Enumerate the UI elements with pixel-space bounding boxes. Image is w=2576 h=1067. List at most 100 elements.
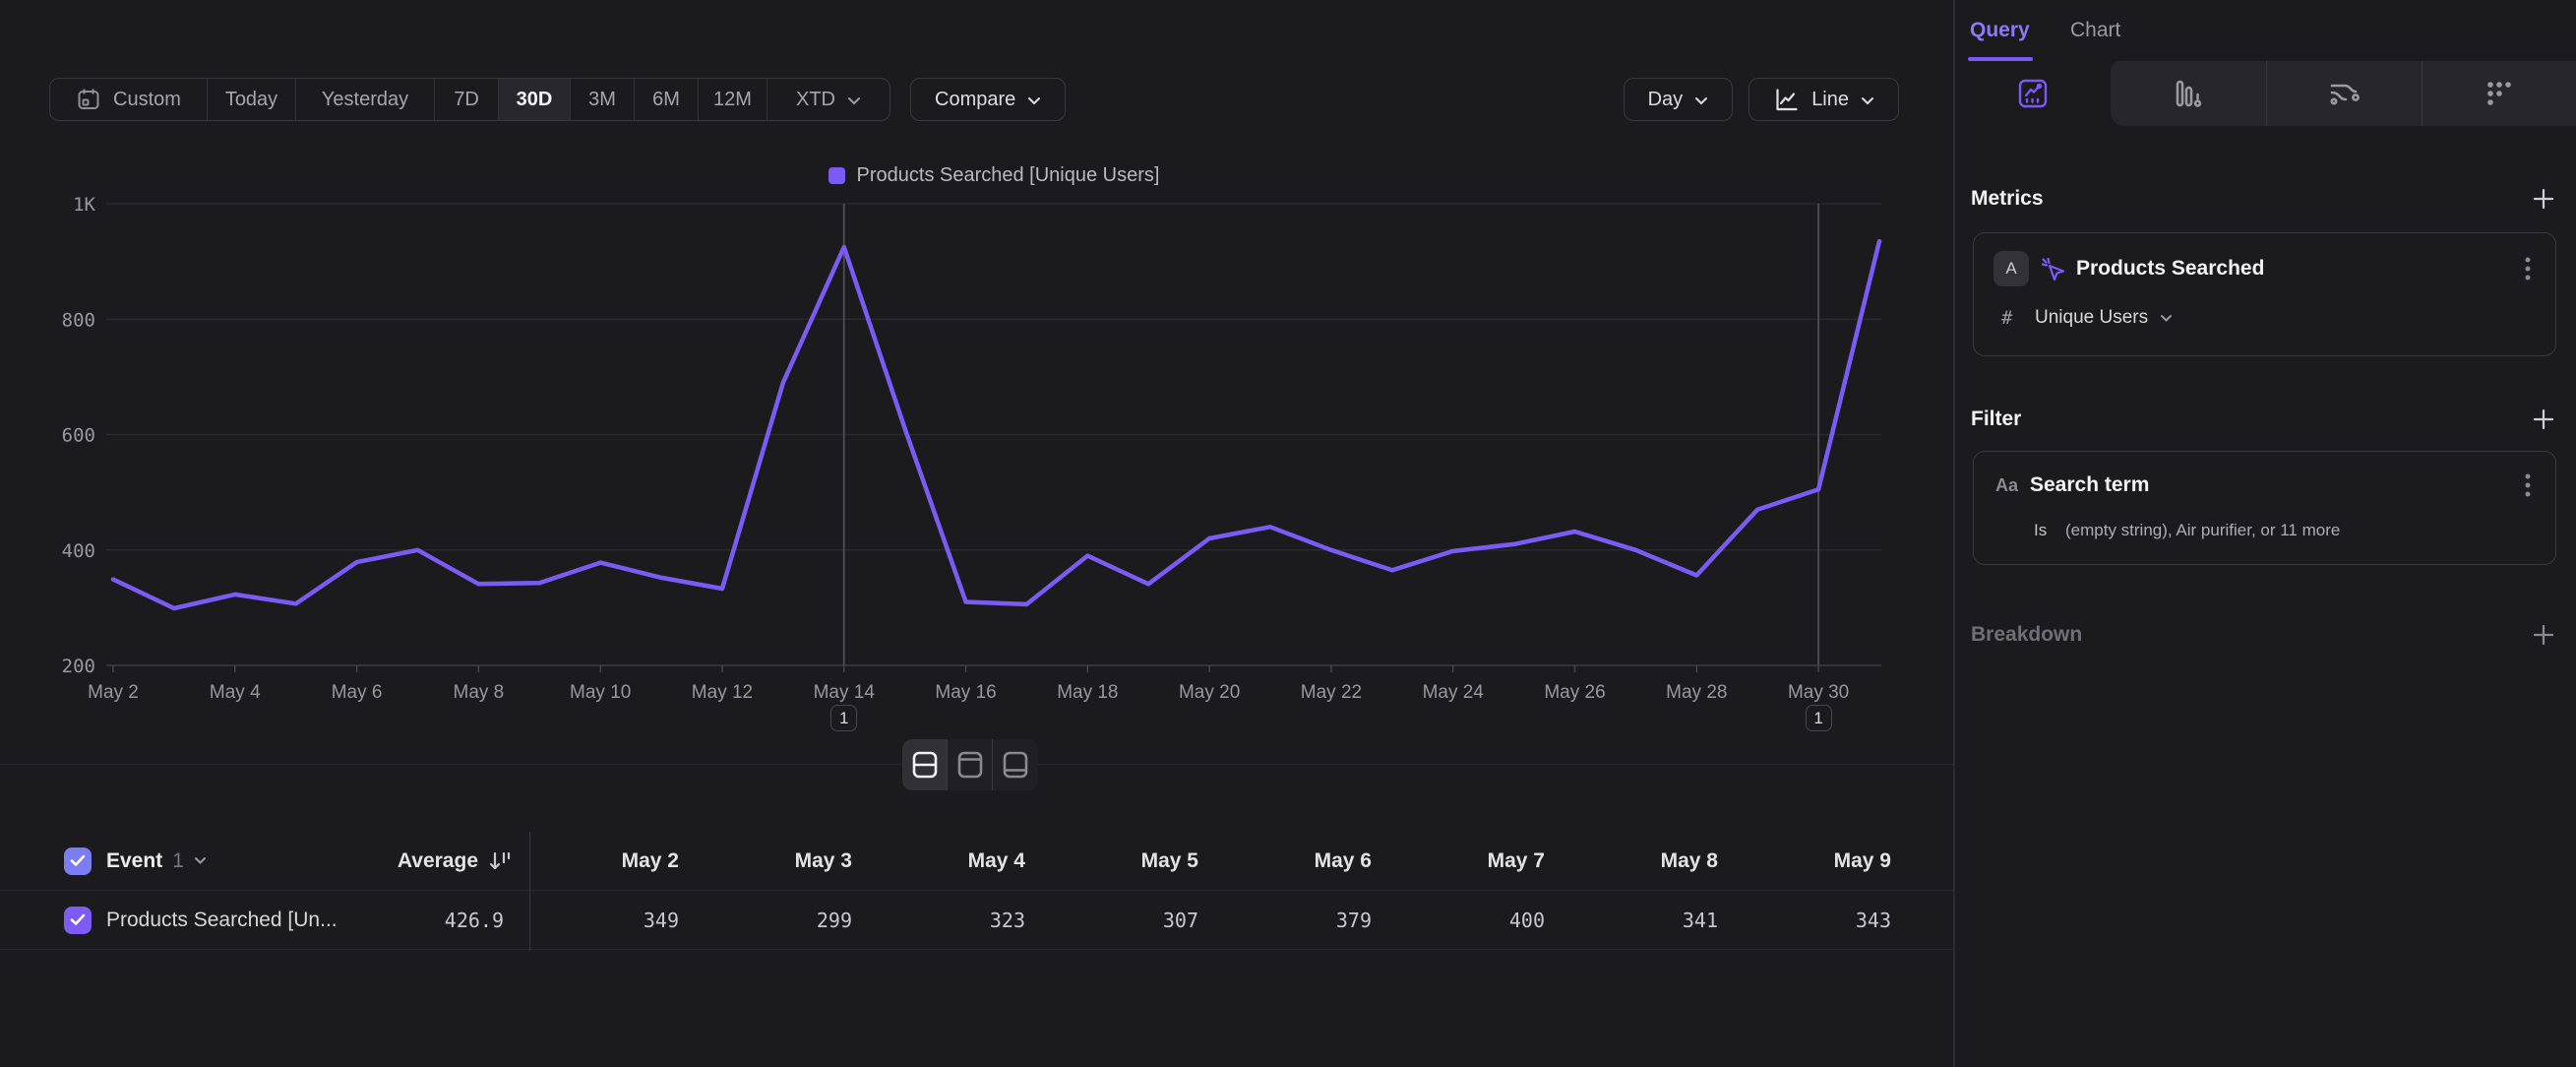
chevron-down-icon	[847, 89, 861, 111]
svg-text:May 4: May 4	[210, 682, 261, 703]
report-type-tabs	[1955, 61, 2576, 126]
layout-chart-only-button[interactable]	[948, 739, 993, 790]
metrics-section-header: Metrics	[1971, 177, 2556, 220]
filter-operator[interactable]: Is	[2034, 511, 2047, 550]
svg-text:May 26: May 26	[1544, 682, 1605, 703]
average-value: 426.9	[445, 891, 504, 949]
date-range-3m[interactable]: 3M	[571, 79, 635, 120]
filter-value[interactable]: (empty string), Air purifier, or 11 more	[2065, 511, 2340, 550]
column-header[interactable]: May 6	[1222, 832, 1395, 890]
text-property-icon: Aa	[1995, 464, 2018, 507]
column-header[interactable]: May 5	[1049, 832, 1222, 890]
filter-card[interactable]: Aa Search term Is (empty string), Air pu…	[1973, 451, 2556, 565]
table-row: Products Searched [Un... 426.9 349 299 3…	[0, 891, 1953, 950]
date-range-custom[interactable]: Custom	[50, 79, 208, 120]
breakdown-table: Event 1 Average	[0, 832, 1953, 950]
layout-split-view-button[interactable]	[902, 739, 948, 790]
annotation-badge[interactable]: 1	[830, 705, 857, 731]
tab-query[interactable]: Query	[1970, 0, 2030, 61]
layout-toggle-group	[902, 739, 1038, 790]
tab-funnels[interactable]	[2111, 61, 2266, 126]
date-range-xtd[interactable]: XTD	[767, 79, 889, 120]
date-range-12m[interactable]: 12M	[699, 79, 767, 120]
svg-text:May 22: May 22	[1301, 682, 1362, 703]
svg-text:May 18: May 18	[1057, 682, 1118, 703]
add-breakdown-button[interactable]	[2531, 622, 2556, 648]
average-column-header[interactable]: Average	[398, 832, 512, 890]
column-header[interactable]: May 4	[876, 832, 1049, 890]
date-range-yesterday[interactable]: Yesterday	[296, 79, 435, 120]
calendar-icon	[76, 87, 101, 112]
tab-retention[interactable]	[2422, 61, 2576, 126]
chart-legend-row: Products Searched [Unique Users]	[106, 164, 1881, 187]
svg-text:May 20: May 20	[1179, 682, 1240, 703]
date-column-headers: May 2 May 3 May 4 May 5 May 6 May 7 May …	[529, 832, 1953, 890]
flows-icon	[2327, 78, 2361, 109]
tab-chart[interactable]: Chart	[2070, 0, 2120, 61]
chart-type-dropdown[interactable]: Line	[1748, 78, 1899, 121]
series-name[interactable]: Products Searched [Un...	[106, 891, 337, 949]
svg-text:200: 200	[62, 656, 95, 677]
series-checkbox[interactable]	[64, 907, 92, 934]
svg-text:May 8: May 8	[454, 682, 505, 703]
tab-flows[interactable]	[2266, 61, 2422, 126]
svg-text:May 2: May 2	[88, 682, 139, 703]
metric-card[interactable]: A Products Searched # Unique Users	[1973, 232, 2556, 356]
add-filter-button[interactable]	[2531, 407, 2556, 432]
add-metric-button[interactable]	[2531, 186, 2556, 212]
metric-card-row: A Products Searched	[1974, 247, 2555, 290]
cell-value: 343	[1742, 891, 1915, 949]
table-header-left: Event 1 Average	[0, 832, 529, 890]
column-header[interactable]: May 7	[1395, 832, 1568, 890]
aggregation-dropdown[interactable]: Unique Users	[2035, 298, 2173, 338]
select-all-checkbox[interactable]	[64, 847, 92, 875]
date-range-label: Custom	[113, 89, 181, 111]
legend-swatch	[828, 167, 845, 184]
svg-text:May 14: May 14	[814, 682, 876, 703]
date-range-today[interactable]: Today	[208, 79, 296, 120]
cell-value: 341	[1568, 891, 1742, 949]
date-range-7d[interactable]: 7D	[435, 79, 499, 120]
svg-text:May 10: May 10	[570, 682, 631, 703]
metric-options-kebab-icon[interactable]	[2524, 255, 2532, 282]
annotation-badge[interactable]: 1	[1806, 705, 1832, 731]
compare-dropdown[interactable]: Compare	[910, 78, 1066, 121]
svg-text:600: 600	[62, 425, 95, 447]
funnel-bars-icon	[2172, 78, 2205, 109]
event-column-header[interactable]: Event 1	[106, 832, 207, 890]
date-range-30d-selected[interactable]: 30D	[499, 79, 571, 120]
date-range-picker: Custom Today Yesterday 7D 30D 3M 6M 12M …	[49, 78, 890, 121]
svg-text:May 24: May 24	[1423, 682, 1485, 703]
svg-text:May 16: May 16	[935, 682, 996, 703]
date-range-6m[interactable]: 6M	[635, 79, 699, 120]
column-header[interactable]: May 3	[703, 832, 876, 890]
column-header[interactable]: May 8	[1568, 832, 1742, 890]
tab-insights-selected[interactable]	[1955, 61, 2111, 126]
legend-item[interactable]: Products Searched [Unique Users]	[828, 164, 1160, 187]
report-canvas: Custom Today Yesterday 7D 30D 3M 6M 12M …	[0, 0, 1953, 1067]
column-header[interactable]: May 2	[529, 832, 703, 890]
granularity-dropdown[interactable]: Day	[1624, 78, 1734, 121]
legend-label: Products Searched [Unique Users]	[857, 164, 1160, 187]
chevron-down-icon	[194, 856, 207, 865]
filter-title: Filter	[1971, 408, 2021, 431]
insights-icon	[2017, 78, 2049, 109]
table-row-left: Products Searched [Un... 426.9	[0, 891, 529, 949]
metric-aggregation-row: # Unique Users	[1974, 298, 2555, 338]
filter-property-name[interactable]: Search term	[2030, 464, 2149, 507]
line-chart-icon	[1773, 87, 1800, 113]
split-view-icon	[911, 749, 939, 781]
cell-value: 349	[529, 891, 703, 949]
analytics-app: Custom Today Yesterday 7D 30D 3M 6M 12M …	[0, 0, 2576, 1067]
filter-card-row: Aa Search term	[1974, 464, 2555, 507]
layout-table-only-button[interactable]	[993, 739, 1038, 790]
metrics-title: Metrics	[1971, 187, 2044, 211]
svg-text:800: 800	[62, 309, 95, 331]
cell-value: 400	[1395, 891, 1568, 949]
column-header[interactable]: May 9	[1742, 832, 1915, 890]
chevron-down-icon	[1861, 89, 1874, 111]
metric-event-name[interactable]: Products Searched	[2076, 247, 2264, 290]
hash-icon: #	[2001, 298, 2012, 338]
table-header-row: Event 1 Average	[0, 832, 1953, 891]
filter-options-kebab-icon[interactable]	[2524, 471, 2532, 499]
